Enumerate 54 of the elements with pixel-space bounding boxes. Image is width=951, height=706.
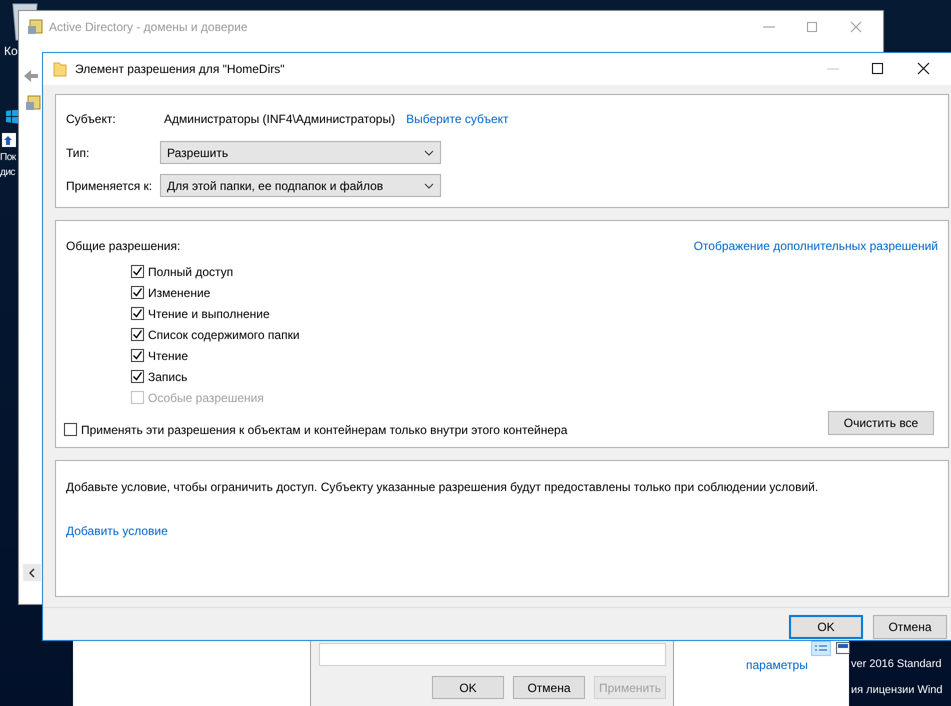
- chevron-down-icon: [424, 150, 434, 156]
- clear-all-button[interactable]: Очистить все: [828, 411, 934, 435]
- checkbox-label: Запись: [148, 368, 188, 386]
- back-arrow-icon: [23, 69, 39, 83]
- minimize-icon: [763, 26, 775, 28]
- checkbox[interactable]: [131, 265, 144, 278]
- checkbox-label: Чтение: [148, 348, 188, 364]
- dropdown[interactable]: Для этой папки, ее подпапок и файлов: [160, 174, 441, 197]
- desktop-icon-label[interactable]: Ко: [4, 44, 18, 59]
- desktop-icon-label[interactable]: Пок: [0, 150, 16, 165]
- minimize-icon: [827, 68, 839, 70]
- dialog-button[interactable]: OK: [789, 615, 863, 639]
- checkbox[interactable]: [131, 328, 144, 341]
- settings-link[interactable]: параметры: [746, 656, 808, 674]
- field-label: Тип:: [66, 144, 90, 162]
- checkbox-label: Особые разрешения: [148, 390, 264, 406]
- add-condition-link[interactable]: Добавить условие: [66, 522, 168, 540]
- checkbox-label: Изменение: [148, 284, 210, 302]
- field-label: Применяется к:: [66, 178, 154, 194]
- select-subject-link[interactable]: Выберите субъект: [406, 110, 509, 128]
- dialog-button[interactable]: Отмена: [873, 615, 947, 639]
- checkbox[interactable]: [131, 307, 144, 320]
- system-text: ия лицензии Wind: [851, 683, 943, 698]
- windows-logo-icon: [6, 110, 18, 124]
- close-icon: [917, 62, 931, 76]
- system-text: ver 2016 Standard: [851, 657, 942, 672]
- dialog-button[interactable]: OK: [432, 676, 504, 699]
- dialog-title: Элемент разрешения для "HomeDirs": [75, 61, 285, 78]
- conditions-text: Добавьте условие, чтобы ограничить доступ. Субъекту указанные разрешения будут предоставлены только при соблюдении условий.: [66, 479, 820, 496]
- dialog-button[interactable]: Отмена: [513, 676, 585, 699]
- chevron-down-icon: [424, 182, 434, 188]
- details-view-icon: [811, 641, 831, 656]
- maximize-icon: [871, 62, 885, 76]
- section-label: Общие разрешения:: [66, 238, 180, 255]
- folder-icon: [53, 61, 67, 77]
- checkbox[interactable]: [131, 370, 144, 383]
- checkbox[interactable]: [131, 286, 144, 299]
- desktop-icon-label[interactable]: дис: [0, 165, 15, 180]
- window-title: Active Directory - домены и доверие: [49, 19, 248, 36]
- checkbox-label: Чтение и выполнение: [148, 306, 270, 322]
- field-label: Субъект:: [66, 111, 117, 128]
- maximize-icon: [805, 20, 819, 34]
- subject-value: Администраторы (INF4\Администраторы): [164, 111, 396, 128]
- scroll-left-button[interactable]: [23, 564, 41, 581]
- advanced-permissions-link[interactable]: Отображение дополнительных разрешений: [694, 237, 938, 255]
- checkbox-label: Список содержимого папки: [148, 326, 300, 344]
- checkbox-label: Применять эти разрешения к объектам и контейнерам только внутри этого контейнера: [81, 422, 568, 438]
- close-icon: [849, 20, 863, 34]
- checkbox[interactable]: [64, 423, 77, 436]
- checkbox[interactable]: [131, 349, 144, 362]
- checkbox-label: Полный доступ: [148, 264, 234, 280]
- shortcut-icon: [2, 133, 16, 147]
- chevron-left-icon: [29, 568, 35, 578]
- dropdown[interactable]: Разрешить: [160, 141, 441, 164]
